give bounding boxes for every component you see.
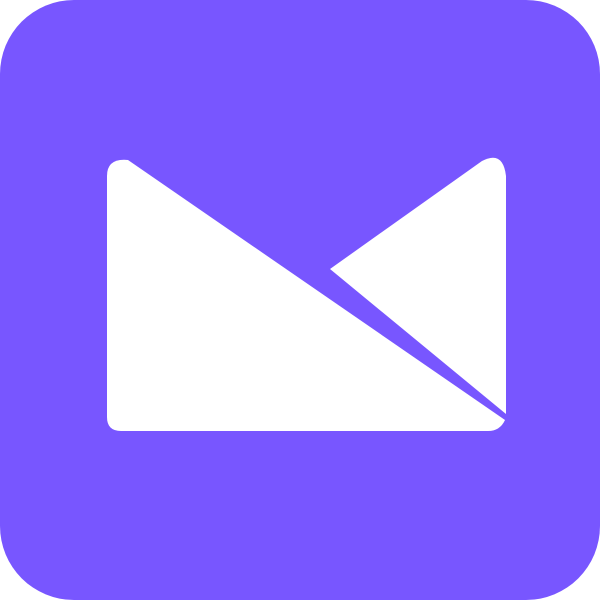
app-icon[interactable] <box>0 0 600 600</box>
envelope-icon <box>107 157 506 432</box>
